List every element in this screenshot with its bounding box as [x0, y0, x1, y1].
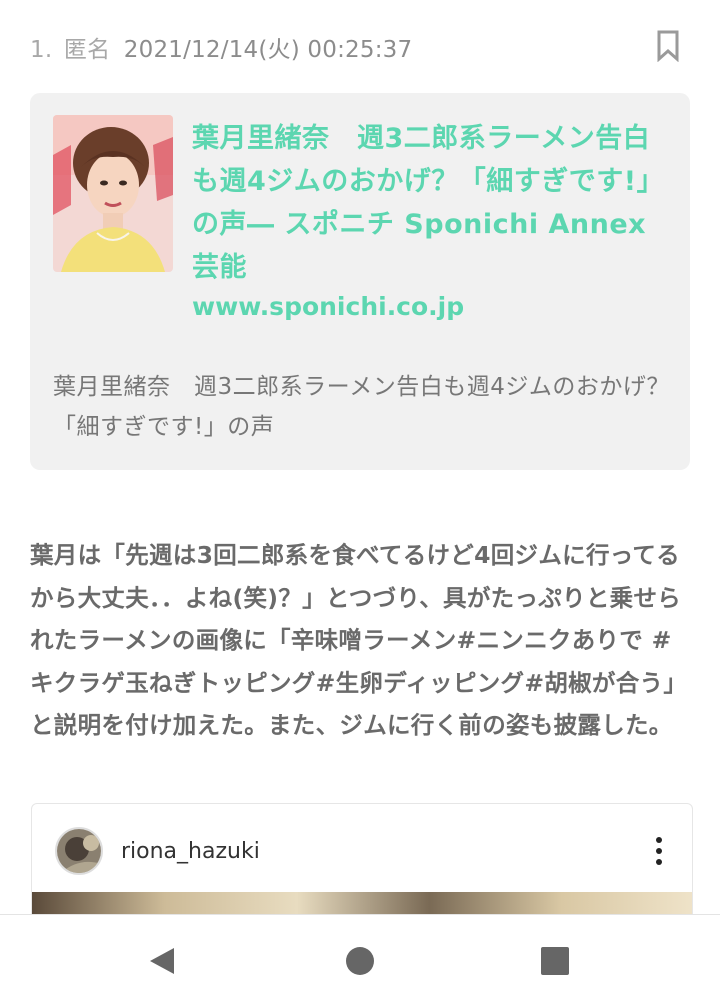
link-card-url[interactable]: www.sponichi.co.jp	[192, 292, 464, 321]
bookmark-icon[interactable]	[656, 30, 680, 62]
avatar[interactable]	[55, 827, 103, 875]
recent-apps-button[interactable]	[535, 941, 575, 981]
post-author: 匿名	[63, 37, 111, 63]
system-navigation-bar	[0, 914, 720, 1003]
back-button[interactable]	[142, 941, 182, 981]
post-body-text: 葉月は「先週は3回二郎系を食べてるけど4回ジムに行ってるから大丈夫．．よね(笑)…	[30, 541, 688, 739]
link-card-description: 葉月里緒奈 週3二郎系ラーメン告白も週4ジムのおかげ？「細すぎです!」の声	[53, 374, 670, 440]
post-header: 1. 匿名 2021/12/14(火) 00:25:37	[30, 22, 690, 68]
more-vertical-icon[interactable]	[654, 836, 664, 866]
link-card[interactable]: 葉月里緒奈 週3二郎系ラーメン告白も週4ジムのおかげ？「細すぎです!」の声― ス…	[30, 93, 690, 470]
post-datetime: 2021/12/14(火) 00:25:37	[123, 37, 413, 63]
post-meta: 1. 匿名 2021/12/14(火) 00:25:37	[30, 30, 412, 64]
home-circle-icon	[346, 947, 374, 975]
recent-square-icon	[541, 947, 569, 975]
link-card-title[interactable]: 葉月里緒奈 週3二郎系ラーメン告白も週4ジムのおかげ？「細すぎです!」の声― ス…	[192, 117, 667, 289]
embed-username[interactable]: riona_hazuki	[121, 839, 260, 864]
article-thumbnail	[53, 115, 173, 272]
home-button[interactable]	[340, 941, 380, 981]
post-number: 1.	[30, 37, 53, 63]
back-triangle-icon	[150, 948, 174, 974]
